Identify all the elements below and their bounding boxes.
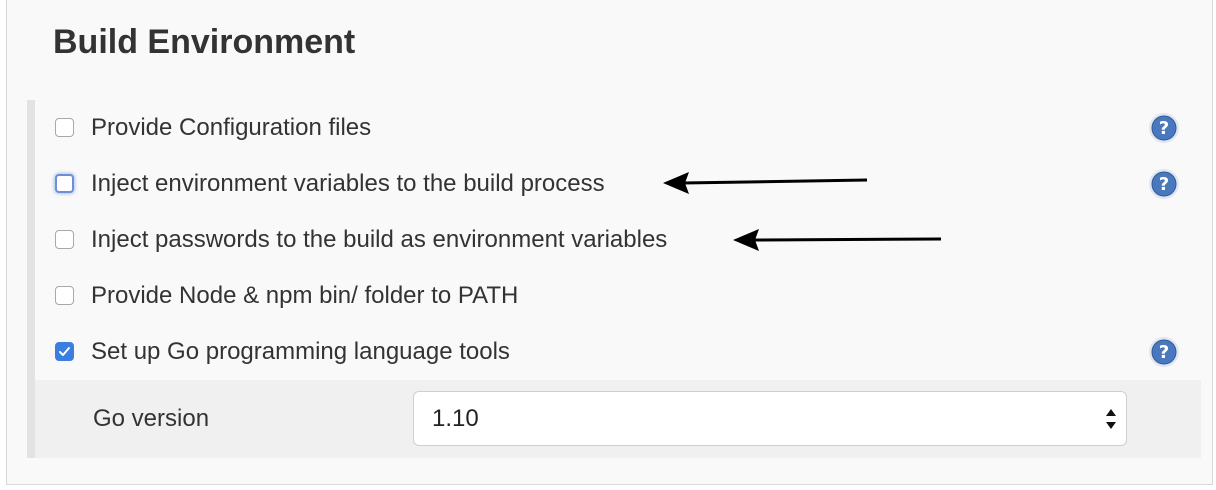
option-set-up-go[interactable]: Set up Go programming language tools ?: [35, 334, 1201, 374]
left-arrow-annotation-icon: [663, 172, 868, 194]
go-version-selected-value: 1.10: [432, 405, 479, 432]
options-list: Provide Configuration files ? Inject env…: [27, 100, 1209, 458]
option-label: Provide Node & npm bin/ folder to PATH: [91, 282, 519, 309]
inject-environment-variables-checkbox[interactable]: [55, 174, 74, 193]
set-up-go-checkbox[interactable]: [55, 342, 74, 361]
option-inject-passwords[interactable]: Inject passwords to the build as environ…: [35, 222, 1201, 262]
option-label: Provide Configuration files: [91, 114, 372, 141]
question-circle-icon[interactable]: ?: [1148, 112, 1180, 144]
option-label: Inject environment variables to the buil…: [91, 170, 605, 197]
question-circle-icon[interactable]: ?: [1148, 336, 1180, 368]
option-inject-environment-variables[interactable]: Inject environment variables to the buil…: [35, 166, 1201, 206]
go-version-setting: Go version 1.10: [35, 380, 1201, 458]
svg-text:?: ?: [1159, 174, 1169, 195]
build-environment-panel: Build Environment Provide Configuration …: [6, 0, 1213, 485]
question-circle-icon[interactable]: ?: [1148, 168, 1180, 200]
svg-text:?: ?: [1159, 342, 1169, 363]
go-version-select[interactable]: 1.10: [413, 391, 1127, 446]
option-provide-configuration-files[interactable]: Provide Configuration files ?: [35, 110, 1201, 150]
option-label: Set up Go programming language tools: [91, 338, 510, 365]
provide-node-npm-checkbox[interactable]: [55, 286, 74, 305]
up-down-chevron-icon: [1106, 409, 1116, 429]
left-arrow-annotation-icon: [733, 229, 942, 251]
checkmark-icon: [59, 347, 70, 356]
section-title: Build Environment: [53, 23, 356, 61]
provide-configuration-files-checkbox[interactable]: [55, 118, 74, 137]
option-provide-node-npm[interactable]: Provide Node & npm bin/ folder to PATH: [35, 278, 1201, 318]
inject-passwords-checkbox[interactable]: [55, 230, 74, 249]
svg-text:?: ?: [1159, 118, 1169, 139]
option-label: Inject passwords to the build as environ…: [91, 226, 668, 253]
go-version-label: Go version: [93, 405, 210, 432]
